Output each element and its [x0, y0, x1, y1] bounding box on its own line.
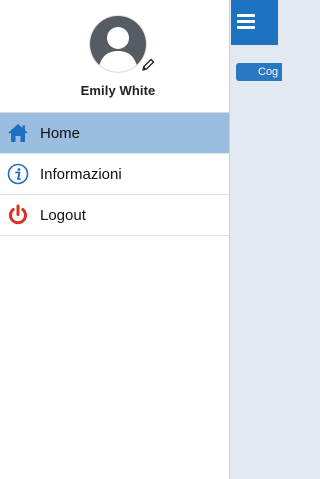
hamburger-icon[interactable]: [237, 14, 255, 29]
drawer-menu: Home Informazioni Logout: [0, 112, 229, 236]
cog-button-label: Cog: [258, 66, 279, 78]
menu-item-home[interactable]: Home: [0, 113, 229, 154]
pencil-icon[interactable]: [141, 58, 155, 72]
cog-button[interactable]: Cog: [236, 63, 282, 81]
menu-item-label: Logout: [40, 206, 86, 224]
power-icon: [7, 204, 29, 226]
menu-item-logout[interactable]: Logout: [0, 195, 229, 236]
avatar[interactable]: [90, 16, 146, 72]
user-name: Emily White: [80, 83, 156, 98]
main-content: Cog: [231, 0, 282, 479]
menu-item-informazioni[interactable]: Informazioni: [0, 154, 229, 195]
user-silhouette-icon: [98, 27, 138, 72]
menu-item-label: Informazioni: [40, 165, 122, 183]
home-icon: [7, 122, 29, 144]
navigation-drawer: Emily White Home Informazioni Logout: [0, 0, 230, 479]
top-bar: [231, 0, 278, 45]
user-profile: Emily White: [0, 0, 229, 112]
info-icon: [7, 163, 29, 185]
menu-item-label: Home: [40, 124, 81, 142]
